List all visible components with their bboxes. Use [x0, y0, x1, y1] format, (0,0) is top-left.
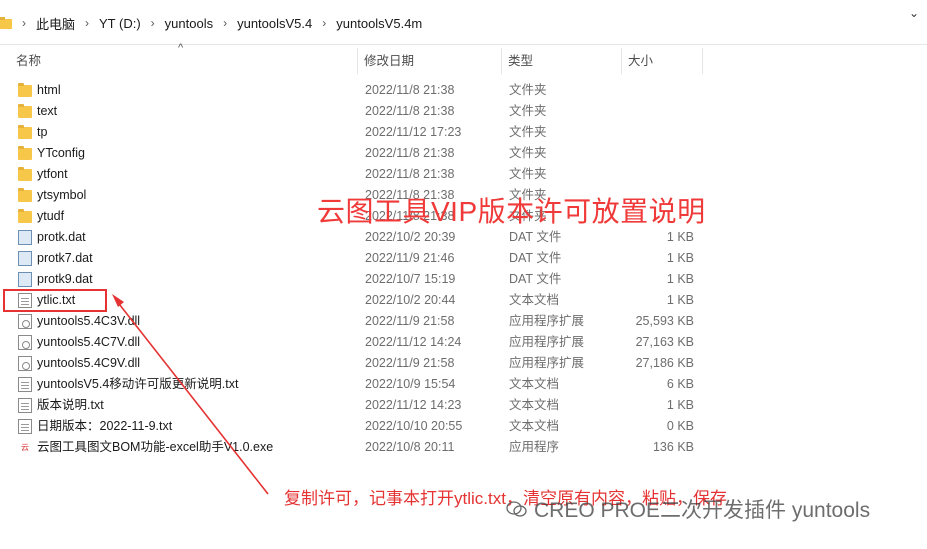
annotation-title: 云图工具VIP版本许可放置说明 — [317, 196, 706, 227]
wechat-icon — [506, 500, 528, 518]
arrow-annotation — [112, 294, 269, 495]
watermark-text: CREO PROE二次开发插件 yuntools — [534, 499, 871, 522]
watermark: CREO PROE二次开发插件 yuntools — [506, 494, 870, 524]
